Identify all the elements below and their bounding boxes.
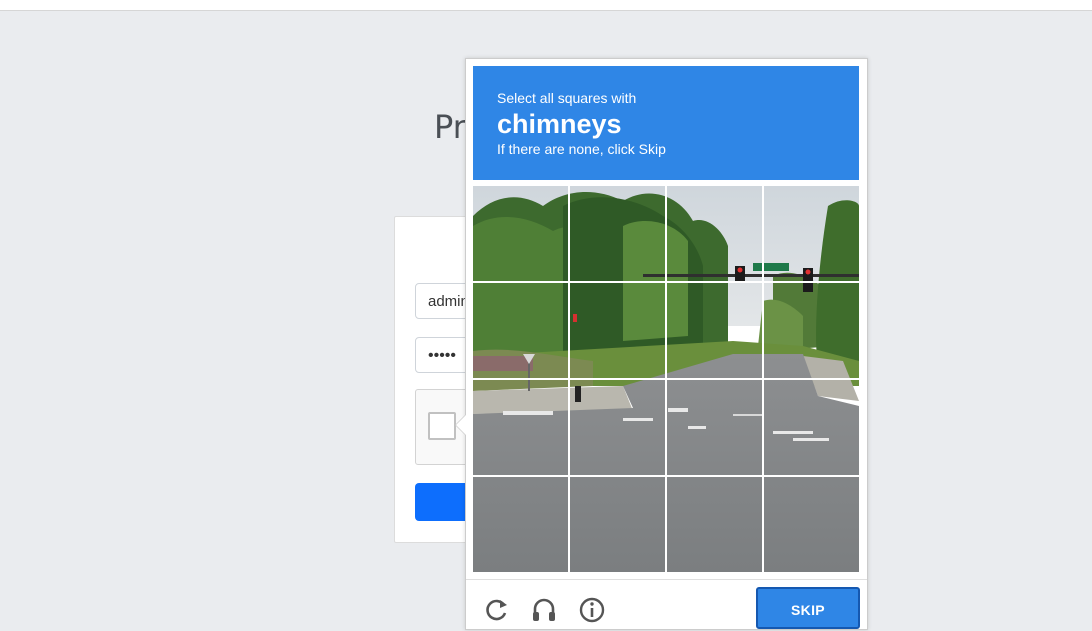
captcha-tile[interactable] <box>473 477 568 572</box>
captcha-tile[interactable] <box>473 380 568 475</box>
captcha-hint: If there are none, click Skip <box>497 141 666 157</box>
captcha-tile[interactable] <box>667 283 762 378</box>
captcha-image-grid <box>473 186 859 572</box>
captcha-tile[interactable] <box>570 186 665 281</box>
captcha-tile[interactable] <box>473 186 568 281</box>
captcha-tile[interactable] <box>570 380 665 475</box>
captcha-tile[interactable] <box>570 477 665 572</box>
captcha-tile[interactable] <box>570 283 665 378</box>
browser-top-bar <box>0 0 1092 11</box>
captcha-tile[interactable] <box>473 283 568 378</box>
skip-button[interactable]: SKIP <box>756 587 860 629</box>
captcha-challenge-popup: Select all squares with chimneys If ther… <box>455 58 868 630</box>
page-title: Pr <box>434 108 466 146</box>
recaptcha-checkbox[interactable] <box>428 412 456 440</box>
captcha-footer: SKIP <box>466 579 867 630</box>
captcha-tile[interactable] <box>764 477 859 572</box>
captcha-tile[interactable] <box>667 477 762 572</box>
captcha-tile[interactable] <box>667 186 762 281</box>
captcha-tile[interactable] <box>764 283 859 378</box>
audio-icon[interactable] <box>530 596 558 624</box>
captcha-tile[interactable] <box>764 380 859 475</box>
reload-icon[interactable] <box>483 596 511 624</box>
captcha-keyword: chimneys <box>497 109 622 139</box>
captcha-image <box>473 186 859 572</box>
captcha-header: Select all squares with chimneys If ther… <box>473 66 859 180</box>
info-icon[interactable] <box>578 596 606 624</box>
captcha-tile[interactable] <box>764 186 859 281</box>
popup-arrow <box>455 414 466 436</box>
captcha-instruction: Select all squares with <box>497 90 637 106</box>
captcha-tile[interactable] <box>667 380 762 475</box>
